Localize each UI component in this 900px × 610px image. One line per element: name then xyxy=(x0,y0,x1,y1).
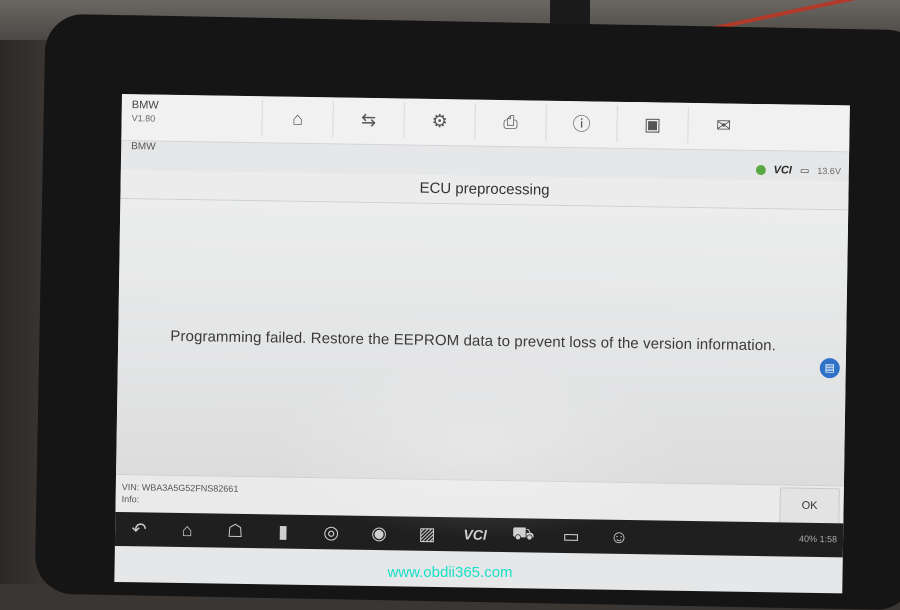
home-nav-icon[interactable]: ⌂ xyxy=(163,519,211,541)
user-support-icon[interactable]: ☺ xyxy=(595,526,643,548)
vci-status: VCI xyxy=(773,164,792,177)
battery-voltage: 13.6V xyxy=(817,165,841,177)
recent-apps-icon[interactable]: ▮ xyxy=(259,521,307,543)
ok-button[interactable]: OK xyxy=(779,487,840,525)
vehicle-swap-icon[interactable]: ⇆ xyxy=(332,101,404,139)
settings-icon[interactable]: ⚙ xyxy=(403,102,475,140)
save-icon[interactable]: ▣ xyxy=(616,105,688,143)
back-icon[interactable]: ↶ xyxy=(115,518,163,540)
print-icon[interactable]: ⎙ xyxy=(474,103,546,141)
battery-icon: ▭ xyxy=(799,165,810,177)
browser-icon[interactable]: ◎ xyxy=(307,521,355,543)
error-message: Programming failed. Restore the EEPROM d… xyxy=(170,327,777,355)
system-status: 40% 1:58 xyxy=(798,533,838,545)
help-icon[interactable]: ⓘ xyxy=(545,104,617,142)
vci-nav-icon[interactable]: VCI xyxy=(451,526,499,543)
screen-record-icon[interactable]: ▨ xyxy=(403,523,451,545)
vin-info: VIN: WBA3A5G52FNS82661 Info: xyxy=(122,481,239,507)
watermark: www.obdii365.com xyxy=(387,564,513,581)
brand-name: BMW xyxy=(131,99,159,112)
vehicle-status-icon[interactable]: ⛟ xyxy=(499,523,547,548)
diagnostic-icon[interactable]: ☖ xyxy=(211,520,259,542)
message-area: Programming failed. Restore the EEPROM d… xyxy=(116,198,849,486)
tablet-screen: BMW V1.80 ⌂ ⇆ ⚙ ⎙ ⓘ ▣ ✉ BMW VCI ▭ 13.6V … xyxy=(114,94,850,594)
brand-block: BMW V1.80 xyxy=(132,99,159,125)
side-menu-icon[interactable]: ▤ xyxy=(819,357,840,379)
car-icon[interactable]: ▭ xyxy=(547,525,595,547)
connection-icon xyxy=(755,164,766,176)
home-icon[interactable]: ⌂ xyxy=(261,100,333,138)
status-icons: VCI ▭ 13.6V xyxy=(755,164,841,177)
breadcrumb: BMW xyxy=(131,141,156,153)
toolbar-icons: ⌂ ⇆ ⚙ ⎙ ⓘ ▣ ✉ xyxy=(261,96,759,150)
message-icon[interactable]: ✉ xyxy=(687,106,759,145)
software-version: V1.80 xyxy=(131,113,156,124)
camera-icon[interactable]: ◉ xyxy=(355,522,403,544)
top-toolbar: BMW V1.80 ⌂ ⇆ ⚙ ⎙ ⓘ ▣ ✉ xyxy=(121,94,850,153)
info-text: Info: xyxy=(121,494,140,505)
